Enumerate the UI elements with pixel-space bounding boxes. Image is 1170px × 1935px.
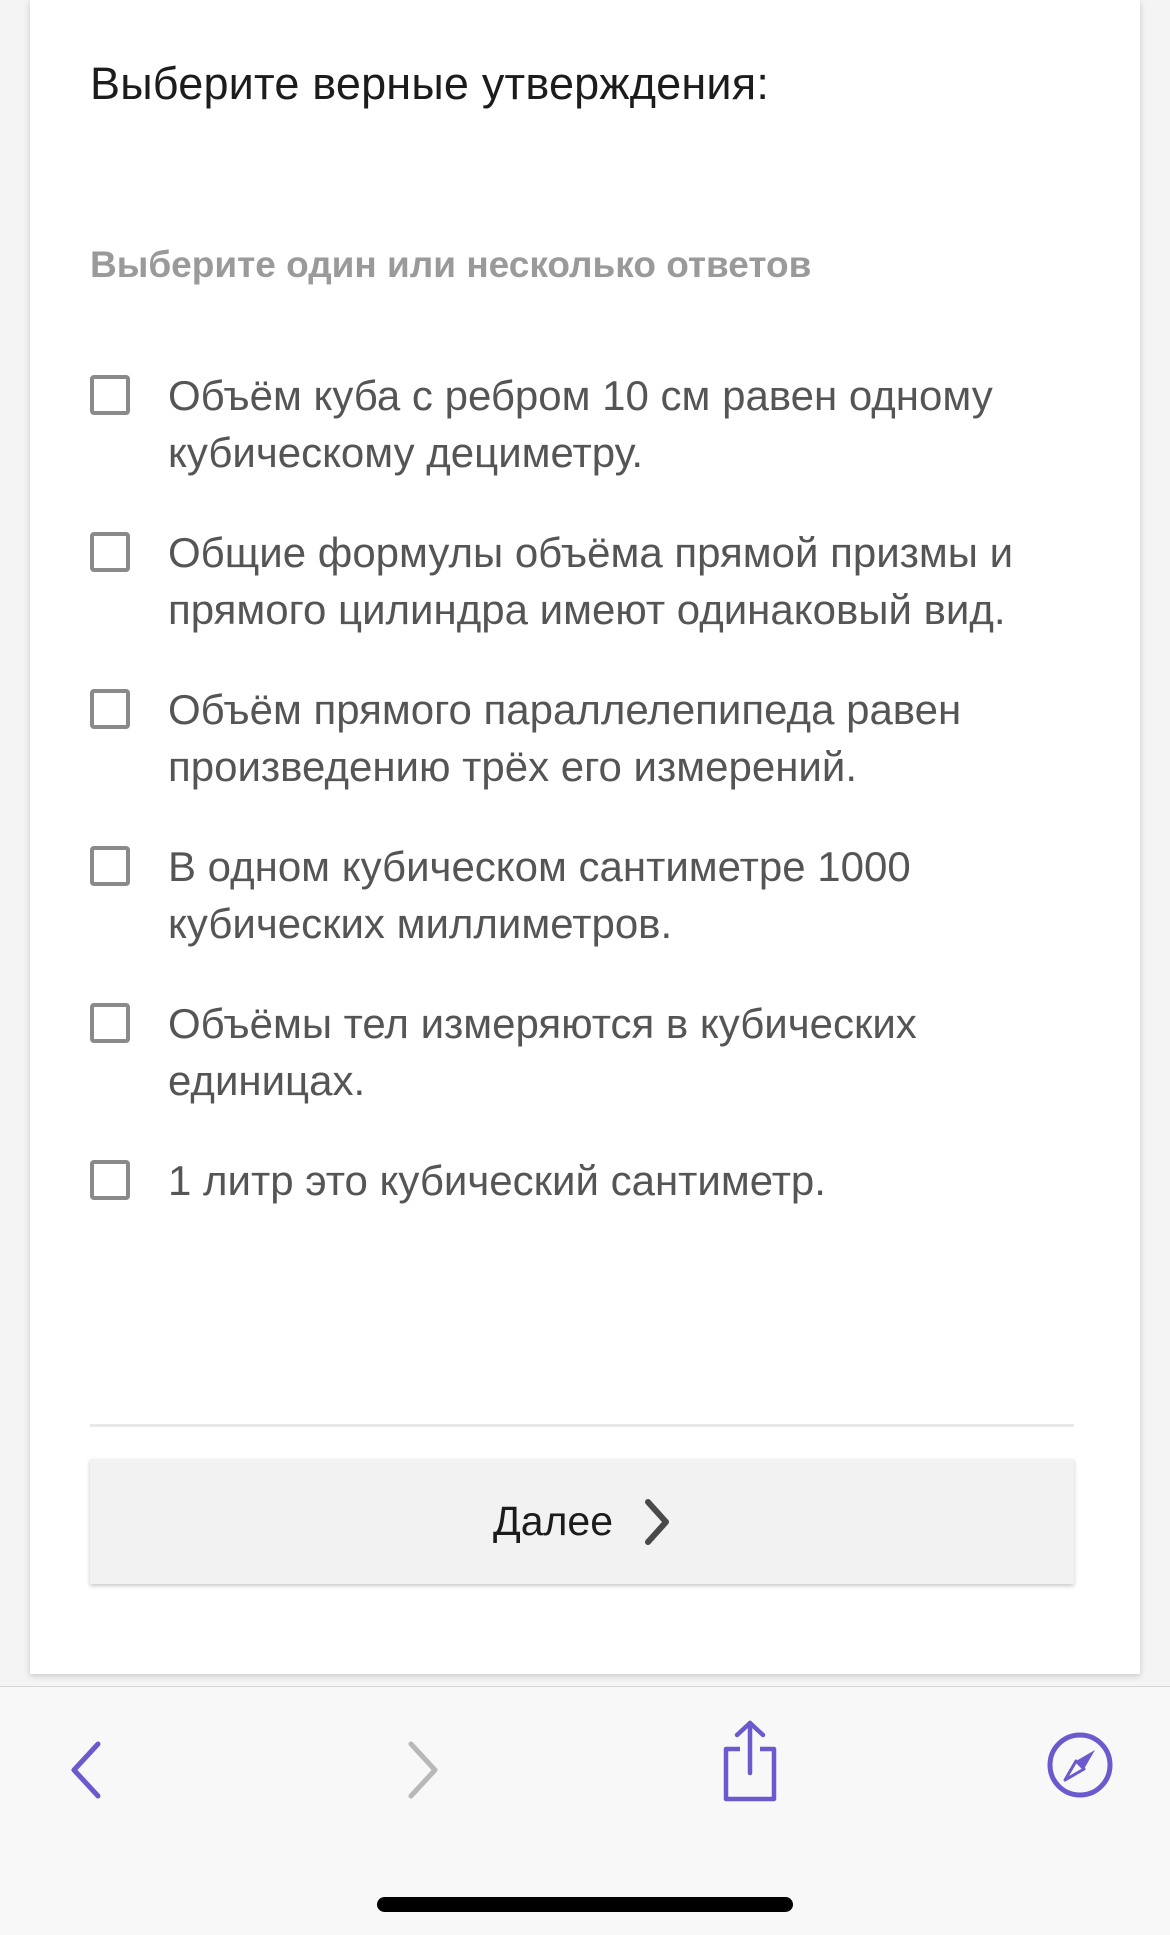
option-label: Объём прямого параллелепипеда равен прои…: [168, 686, 962, 790]
option-6[interactable]: 1 литр это кубический сантиметр.: [90, 1152, 1050, 1209]
answer-hint: Выберите один или несколько ответов: [90, 244, 812, 285]
safari-button[interactable]: [1040, 1727, 1120, 1807]
chevron-right-icon: [405, 1740, 441, 1805]
question-title: Выберите верные утверждения:: [90, 58, 770, 109]
option-label: Объём куба с ребром 10 см равен одному к…: [168, 372, 993, 476]
home-indicator: [377, 1897, 793, 1912]
option-2[interactable]: Общие формулы объёма прямой призмы и пря…: [90, 524, 1050, 638]
option-3[interactable]: Объём прямого параллелепипеда равен прои…: [90, 681, 1050, 795]
option-label: Общие формулы объёма прямой призмы и пря…: [168, 529, 1014, 633]
chevron-left-icon: [68, 1740, 104, 1805]
checkbox[interactable]: [90, 532, 130, 572]
checkbox[interactable]: [90, 846, 130, 886]
option-5[interactable]: Объёмы тел измеряются в кубических едини…: [90, 995, 1050, 1109]
options-list: Объём куба с ребром 10 см равен одному к…: [90, 367, 1050, 1209]
next-button[interactable]: Далее: [90, 1459, 1074, 1584]
checkbox[interactable]: [90, 1003, 130, 1043]
share-icon: [718, 1719, 782, 1808]
checkbox[interactable]: [90, 1160, 130, 1200]
option-4[interactable]: В одном кубическом сантиметре 1000 кубич…: [90, 838, 1050, 952]
checkbox[interactable]: [90, 375, 130, 415]
option-label: 1 литр это кубический сантиметр.: [168, 1157, 826, 1204]
forward-button[interactable]: [393, 1727, 453, 1817]
share-button[interactable]: [710, 1713, 790, 1813]
back-button[interactable]: [56, 1727, 116, 1817]
page: Выберите верные утверждения: Выберите од…: [0, 0, 1170, 1935]
divider: [90, 1424, 1074, 1427]
next-button-label: Далее: [492, 1498, 614, 1544]
option-label: В одном кубическом сантиметре 1000 кубич…: [168, 843, 911, 947]
compass-icon: [1045, 1730, 1115, 1805]
option-label: Объёмы тел измеряются в кубических едини…: [168, 1000, 917, 1104]
checkbox[interactable]: [90, 689, 130, 729]
chevron-right-icon: [643, 1498, 671, 1546]
option-1[interactable]: Объём куба с ребром 10 см равен одному к…: [90, 367, 1050, 481]
